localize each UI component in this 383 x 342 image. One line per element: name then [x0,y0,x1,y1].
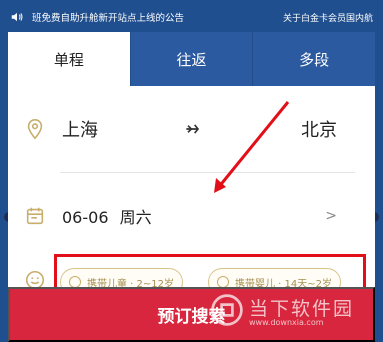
departure-date[interactable]: 06-06 周六 [62,204,152,228]
plane-swap-icon[interactable] [183,119,203,139]
chevron-right-icon: > [325,208,337,224]
departure-city[interactable]: 上海 [62,116,98,142]
trip-type-tabs: 单程 往返 多段 [8,32,375,86]
calendar-icon [26,207,44,225]
location-pin-icon [27,119,43,140]
departure-weekday: 周六 [119,208,152,227]
speaker-icon [11,12,23,22]
route-row: 上海 北京 [8,104,375,154]
booking-card: 单程 往返 多段 上海 北京 06-06 周六 > 携带儿童 · 2~12岁 携… [8,32,375,342]
arrival-city[interactable]: 北京 [301,116,337,142]
tab-round-trip[interactable]: 往返 [129,32,253,86]
notice-bar[interactable]: 班免费自助升舱新开站点上线的公告 关于白金卡会员国内航 [0,0,383,34]
tab-one-way[interactable]: 单程 [8,32,130,86]
divider-1 [60,172,355,173]
departure-date-value: 06-06 [62,208,109,227]
notice-text: 班免费自助升舱新开站点上线的公告 [32,13,185,24]
notice-right-text: 关于白金卡会员国内航 [282,13,373,24]
tab-multi-city[interactable]: 多段 [252,32,375,86]
search-button[interactable]: 预订搜索 [8,287,375,342]
date-row[interactable]: 06-06 周六 > [8,188,375,244]
